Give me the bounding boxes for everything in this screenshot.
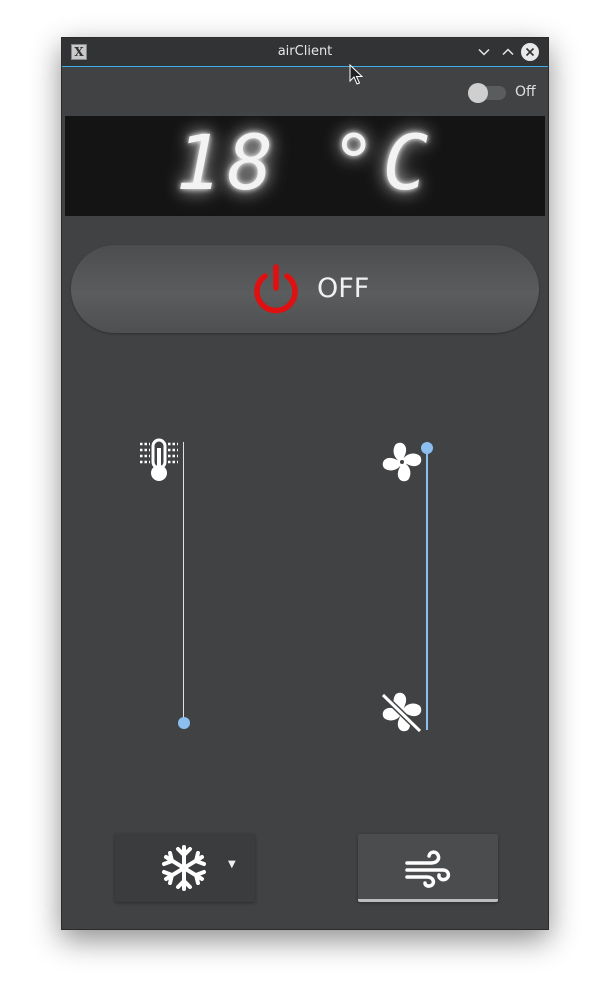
title-bar[interactable]: X airClient <box>62 38 548 67</box>
temperature-readout: 18 °C <box>175 118 435 207</box>
mode-dropdown[interactable]: ▼ <box>115 834 255 902</box>
app-window: X airClient Off 18 °C OFF ▼ <box>61 37 549 930</box>
switch-label: Off <box>515 84 536 100</box>
chevron-up-icon <box>502 48 514 56</box>
fan-icon <box>382 442 422 482</box>
mouse-cursor-icon <box>349 64 363 85</box>
maximize-button[interactable] <box>498 42 518 62</box>
close-button[interactable] <box>521 43 539 61</box>
switch-knob[interactable] <box>468 83 488 103</box>
power-label: OFF <box>317 273 370 304</box>
dropdown-arrow-icon[interactable]: ▼ <box>228 859 236 870</box>
power-button[interactable]: OFF <box>71 245 539 333</box>
wind-mode-button[interactable] <box>358 834 498 902</box>
fan-off-icon <box>380 692 423 734</box>
snowflake-icon <box>162 845 206 891</box>
thermometer-icon <box>140 438 178 481</box>
temperature-display: 18 °C <box>65 116 545 216</box>
close-icon <box>525 47 535 57</box>
minimize-button[interactable] <box>474 42 494 62</box>
temperature-slider-track[interactable] <box>183 442 184 724</box>
chevron-down-icon <box>478 48 490 56</box>
power-icon <box>254 264 298 314</box>
fan-speed-slider-handle[interactable] <box>421 442 433 454</box>
temperature-slider-handle[interactable] <box>178 717 190 729</box>
fan-speed-slider-track[interactable] <box>426 448 428 730</box>
wind-icon <box>405 850 451 888</box>
